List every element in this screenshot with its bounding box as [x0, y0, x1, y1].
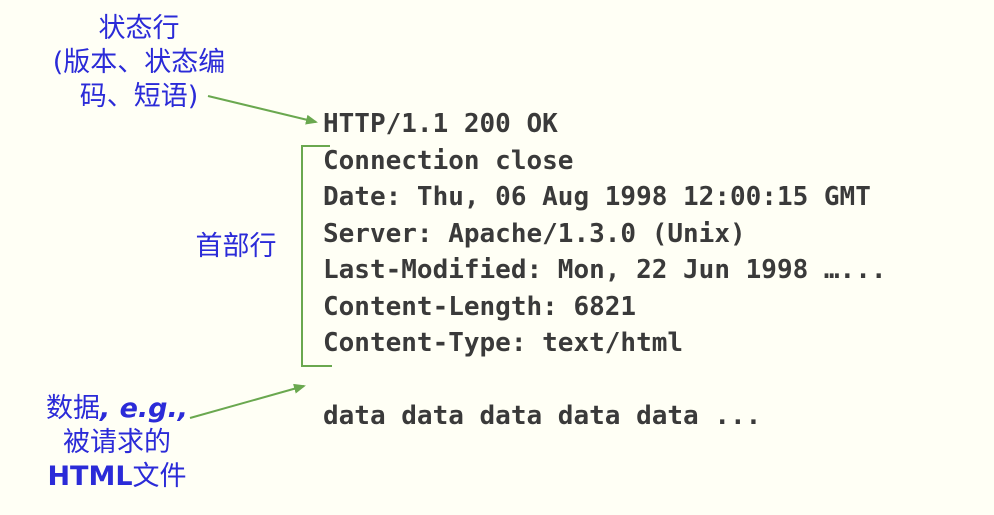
status-line-label: 状态行 (版本、状态编 码、短语): [22, 12, 256, 114]
data-label-html: HTML: [47, 461, 133, 492]
data-label-cn: 数据: [45, 393, 100, 424]
diagram-canvas: 状态行 (版本、状态编 码、短语) 首部行 数据, e.g., 被请求的 HTM…: [0, 0, 994, 515]
header-line-last-modified: Last-Modified: Mon, 22 Jun 1998 …...: [323, 255, 887, 285]
header-line-content-length: Content-Length: 6821: [323, 292, 637, 322]
data-label: 数据, e.g., 被请求的 HTML文件: [22, 392, 212, 494]
status-line-label-line1: 状态行: [98, 13, 180, 44]
data-label-line2: 被请求的: [63, 427, 171, 458]
header-line-connection: Connection close: [323, 146, 574, 176]
data-label-eg: , e.g.,: [99, 393, 189, 424]
header-line-content-type: Content-Type: text/html: [323, 328, 684, 358]
status-line-label-line2: (版本、状态编: [52, 47, 226, 78]
header-line-date: Date: Thu, 06 Aug 1998 12:00:15 GMT: [323, 182, 871, 212]
status-line-label-line3: 码、短语): [79, 81, 199, 112]
data-label-line3: HTML文件: [22, 460, 212, 494]
data-label-line1: 数据, e.g.,: [22, 392, 212, 426]
header-lines-label: 首部行: [195, 231, 277, 262]
response-body-line: data data data data data ...: [323, 401, 762, 431]
http-status-line: HTTP/1.1 200 OK: [323, 109, 558, 139]
data-label-file: 文件: [132, 461, 187, 492]
header-line-server: Server: Apache/1.3.0 (Unix): [323, 219, 746, 249]
